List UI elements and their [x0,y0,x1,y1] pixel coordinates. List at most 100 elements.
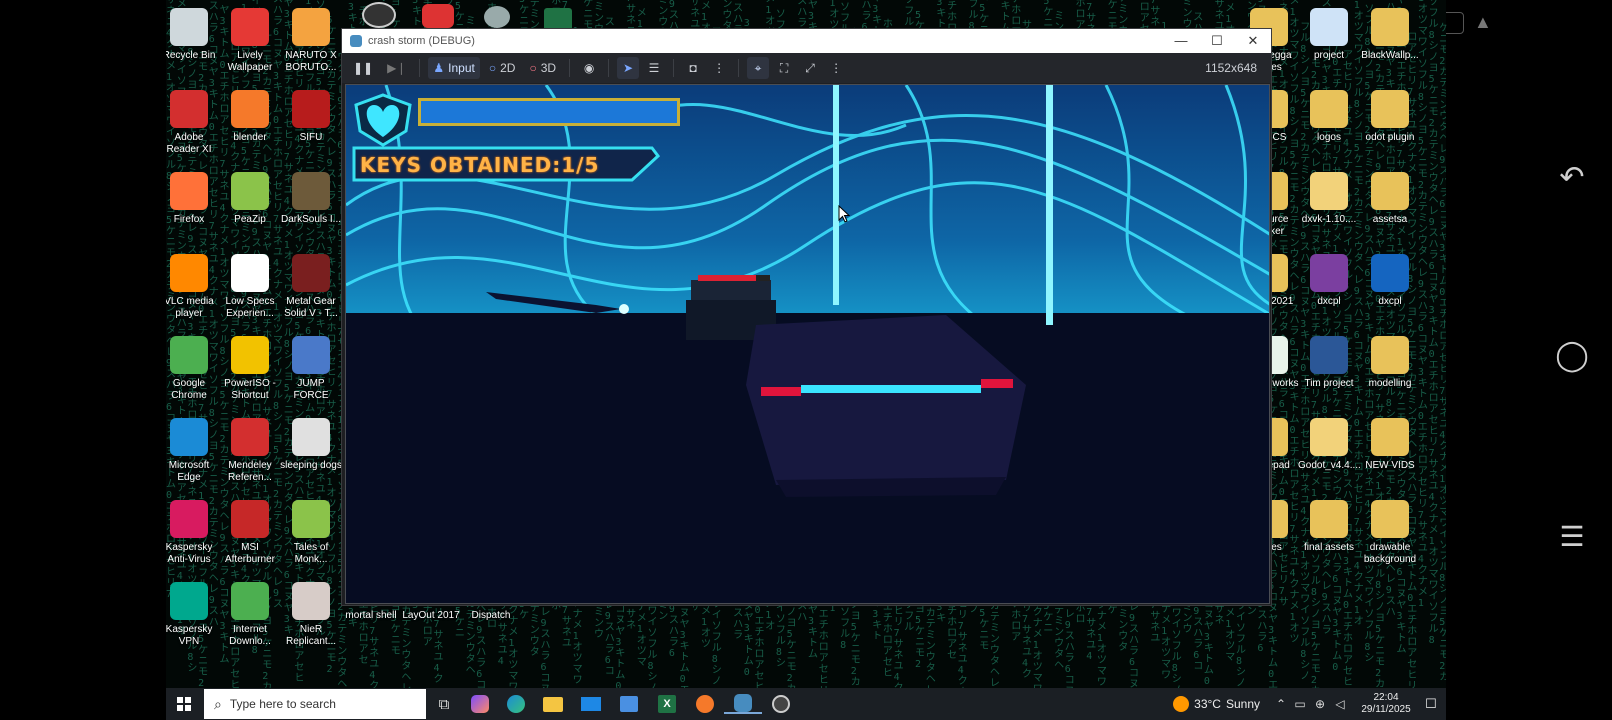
desktop-icon[interactable]: assetsa [1359,172,1421,226]
next-frame-button[interactable]: ▶❘ [382,57,411,79]
desktop-icon[interactable]: SIFU [280,90,342,144]
back-nav-icon[interactable]: ↶ [1552,160,1592,195]
game-window: crash storm (DEBUG) — ☐ ✕ ❚❚ ▶❘ ♟ Input … [341,28,1272,606]
focus-button[interactable]: ⌖ [747,57,770,79]
store-icon[interactable] [610,696,648,712]
mode-3d-toggle[interactable]: ○ 3D [524,57,561,79]
desktop-icon-label: sleeping dogs [280,460,342,471]
settings-icon[interactable] [484,6,510,28]
home-nav-icon[interactable]: ◯ [1552,338,1592,373]
desktop-icon[interactable]: Microsoft Edge [166,418,220,484]
desktop-icon[interactable]: Tim project [1298,336,1360,390]
more-options-2-button[interactable]: ⋮ [825,57,847,79]
fit-icon: ⛶ [779,60,789,75]
mail-icon[interactable] [572,697,610,711]
folder-icon [1371,8,1409,46]
desktop-icon[interactable]: final assets [1298,500,1360,554]
copilot-icon[interactable] [462,695,498,713]
close-button[interactable]: ✕ [1235,33,1271,49]
desktop-icon[interactable]: drawable background [1359,500,1421,566]
desktop-icon[interactable]: PowerISO - Shortcut [219,336,281,402]
desktop-icon[interactable]: Google Chrome [166,336,220,402]
desktop-icon[interactable]: VLC media player [166,254,220,320]
pause-button[interactable]: ❚❚ [348,57,378,79]
more-options-button[interactable]: ⋮ [708,57,730,79]
select-tool-button[interactable]: ➤ [617,57,640,79]
desktop-icon[interactable]: NEW VIDS [1359,418,1421,472]
clock[interactable]: 22:04 29/11/2025 [1356,692,1416,716]
desktop-icon[interactable]: Lively Wallpaper [219,8,281,74]
obs-icon[interactable] [362,2,396,28]
desktop-icon[interactable]: NieR Replicant... [280,582,342,648]
desktop-icon-label: Kaspersky Anti-Virus [166,542,213,565]
desktop-icon[interactable]: BlackWallp... [1359,8,1421,62]
volume-icon[interactable]: ◁ [1330,697,1350,711]
flashlight-icon[interactable]: ▲ [1474,12,1492,33]
window-titlebar[interactable]: crash storm (DEBUG) — ☐ ✕ [342,29,1271,53]
excel-taskbar-icon[interactable]: X [648,695,686,713]
desktop-icon-label: Kaspersky VPN [166,624,213,647]
desktop-icon[interactable]: project [1298,8,1360,62]
list-select-button[interactable]: ☰ [643,57,665,79]
recents-nav-icon[interactable]: ☰ [1552,520,1592,553]
lse-icon [231,254,269,292]
maximize-button[interactable]: ☐ [1199,33,1235,49]
desktop-icon[interactable]: NARUTO X BORUTO... [280,8,342,74]
desktop-icon[interactable]: JUMP FORCE [280,336,342,402]
desktop-icon-label: drawable background [1363,542,1417,565]
window-title: crash storm (DEBUG) [368,35,475,47]
desktop-icon[interactable]: logos [1298,90,1360,144]
desktop-icon[interactable]: Adobe Reader XI [166,90,220,156]
desktop-icon[interactable]: Low Specs Experien... [219,254,281,320]
desktop-icon[interactable]: Metal Gear Solid V - T... [280,254,342,320]
matrix-column: イソフル8シノヨ5ケニモ2カテミンウタヘレ9スハラ6コヌヤ3キトム0エチホロアセ… [1428,0,1439,646]
desktop-icon-label: VLC media player [166,296,214,319]
weather-widget[interactable]: 33°C Sunny [1173,696,1260,712]
desktop-icon[interactable]: dxcpl [1359,254,1421,308]
edge-taskbar-icon[interactable] [498,695,534,713]
game-viewport[interactable]: KEYS OBTAINED:1/5 [345,84,1270,604]
desktop-icon[interactable]: Godot_v4.4.... [1298,418,1360,472]
desktop-icon[interactable]: Tales of Monk... [280,500,342,566]
desktop-icon[interactable]: DarkSouls I... [280,172,342,226]
visibility-button[interactable]: ◉ [578,57,600,79]
blender-taskbar-icon[interactable] [686,695,724,713]
heart-icon [354,93,412,147]
notification-center-icon[interactable]: ☐ 2 [1416,696,1446,712]
language-icon[interactable]: ⊕ [1310,697,1330,711]
expand-button[interactable]: ⤢ [799,57,821,79]
taskbar-search-box[interactable]: ⌕ Type here to search [204,689,426,719]
input-toggle[interactable]: ♟ Input [428,57,480,79]
desktop-icon[interactable]: Firefox [166,172,220,226]
desktop-icon[interactable]: sleeping dogs [280,418,342,472]
desktop-icon[interactable]: PeaZip [219,172,281,226]
fit-button[interactable]: ⛶ [773,57,795,79]
desktop-icon[interactable]: Internet Downlo... [219,582,281,648]
desktop-icon[interactable]: odot plugin [1359,90,1421,144]
desktop-icon-label: Low Specs Experien... [225,296,275,319]
camera-button[interactable]: ◘ [682,57,704,79]
godot-taskbar-icon[interactable] [724,694,762,714]
obs-taskbar-icon[interactable] [762,695,800,713]
red-app-icon[interactable] [422,4,454,28]
desktop-icon[interactable]: Recycle Bin [166,8,220,62]
minimize-button[interactable]: — [1163,33,1199,49]
desktop-icon[interactable]: Kaspersky VPN [166,582,220,648]
desktop-icon[interactable]: Mendeley Referen... [219,418,281,484]
mouse-cursor-icon [838,205,850,223]
mode-2d-toggle[interactable]: ○ 2D [484,57,521,79]
tray-chevron-icon[interactable]: ⌃ [1272,697,1290,711]
task-view-icon[interactable]: ⧉ [426,696,462,713]
network-icon[interactable]: ▭ [1290,697,1310,711]
start-button[interactable] [166,688,202,720]
file-explorer-icon[interactable] [534,696,572,712]
desktop-icon[interactable]: MSI Afterburner [219,500,281,566]
desktop-icon[interactable]: Kaspersky Anti-Virus [166,500,220,566]
desktop-icon[interactable]: blender [219,90,281,144]
desktop-icon[interactable]: dxcpl [1298,254,1360,308]
desktop-icon-label: PeaZip [234,214,266,225]
folder-icon [1310,500,1348,538]
desktop-icon[interactable]: dxvk-1.10.... [1298,172,1360,226]
desktop-icon[interactable]: modelling [1359,336,1421,390]
light-pillar-2 [1046,85,1053,325]
